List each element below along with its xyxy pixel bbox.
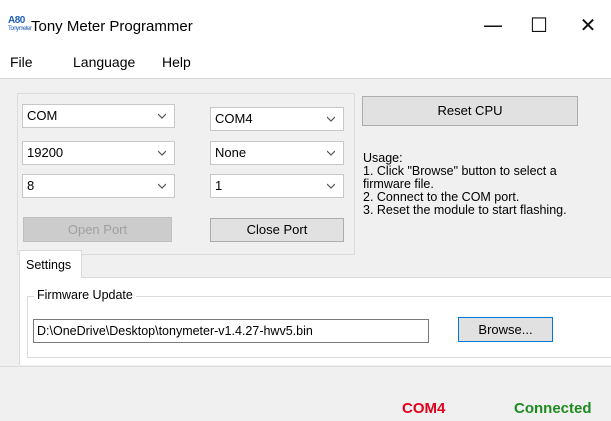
close-icon[interactable]: ✕ — [565, 8, 611, 42]
data-bits-value: 8 — [27, 178, 35, 193]
port-name-value: COM4 — [215, 111, 253, 126]
stop-bits-select[interactable]: 1 — [210, 174, 344, 198]
browse-button[interactable]: Browse... — [458, 317, 553, 342]
usage-step-3: 3. Reset the module to start flashing. — [363, 203, 567, 217]
menu-help[interactable]: Help — [162, 54, 191, 70]
menu-language[interactable]: Language — [73, 54, 135, 70]
status-port: COM4 — [402, 400, 446, 417]
chevron-down-icon — [158, 113, 166, 119]
parity-select[interactable]: None — [210, 141, 344, 165]
port-type-select[interactable]: COM — [22, 104, 175, 128]
baud-rate-select[interactable]: 19200 — [22, 141, 175, 165]
close-port-button[interactable]: Close Port — [210, 218, 344, 242]
app-logo-subtext: Tonymeter — [8, 26, 32, 32]
open-port-button[interactable]: Open Port — [23, 217, 172, 242]
reset-cpu-button[interactable]: Reset CPU — [362, 96, 578, 126]
firmware-path-input[interactable]: D:\OneDrive\Desktop\tonymeter-v1.4.27-hw… — [33, 319, 429, 343]
tab-settings[interactable]: Settings — [19, 250, 82, 278]
data-bits-select[interactable]: 8 — [22, 174, 175, 198]
status-connection: Connected — [514, 400, 592, 417]
app-logo-text: A80 — [8, 15, 25, 26]
usage-instructions: Usage: 1. Click "Browse" button to selec… — [363, 152, 567, 217]
menu-file[interactable]: File — [10, 54, 33, 70]
menu-bar: File Language Help — [0, 46, 611, 79]
minimize-icon[interactable]: — — [470, 8, 516, 42]
window-title: Tony Meter Programmer — [31, 18, 193, 35]
title-bar: A80 Tonymeter Tony Meter Programmer — ☐ … — [0, 0, 611, 46]
chevron-down-icon — [158, 150, 166, 156]
stop-bits-value: 1 — [215, 178, 223, 193]
firmware-update-label: Firmware Update — [34, 288, 136, 302]
chevron-down-icon — [327, 116, 335, 122]
port-type-value: COM — [27, 108, 58, 123]
chevron-down-icon — [158, 183, 166, 189]
parity-value: None — [215, 145, 247, 160]
maximize-icon[interactable]: ☐ — [516, 8, 562, 42]
chevron-down-icon — [327, 150, 335, 156]
chevron-down-icon — [327, 183, 335, 189]
port-name-select[interactable]: COM4 — [210, 107, 344, 131]
app-logo-icon: A80 Tonymeter — [8, 16, 32, 34]
baud-rate-value: 19200 — [27, 145, 64, 160]
